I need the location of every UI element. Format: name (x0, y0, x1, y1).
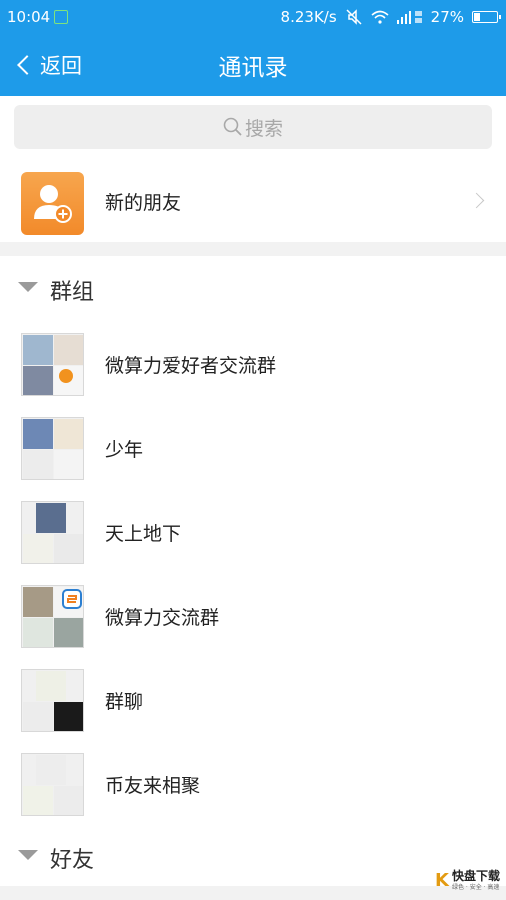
group-avatar (21, 333, 84, 396)
watermark-k-icon: K (435, 870, 449, 891)
group-row[interactable]: 群聊 (0, 669, 506, 753)
group-name: 少年 (105, 439, 144, 461)
group-name: 天上地下 (105, 523, 182, 545)
group-name: 微算力爱好者交流群 (105, 355, 277, 377)
group-row[interactable]: 币友来相聚 (0, 753, 506, 837)
group-avatar (21, 585, 84, 648)
group-row[interactable]: 少年 (0, 417, 506, 501)
search-input[interactable]: 搜索 (14, 105, 492, 149)
battery-percent: 27% (430, 8, 464, 26)
bottom-strip (0, 886, 506, 900)
groups-section-label: 群组 (50, 280, 95, 305)
wifi-icon (371, 10, 389, 24)
nav-bar: 返回 通讯录 (0, 34, 506, 96)
group-name: 币友来相聚 (105, 775, 201, 797)
watermark-subtext: 绿色 · 安全 · 高速 (451, 884, 500, 891)
friends-section-header[interactable]: 好友 (0, 828, 506, 884)
new-friends-row[interactable]: 新的朋友 (0, 162, 506, 242)
network-speed: 8.23K/s (280, 8, 337, 26)
watermark-logo: K 快盘下载 绿色 · 安全 · 高速 (435, 870, 500, 891)
add-friend-icon (21, 172, 84, 235)
group-avatar (21, 753, 84, 816)
group-row[interactable]: 微算力爱好者交流群 (0, 333, 506, 417)
status-right: 8.23K/s 27% (280, 8, 501, 26)
triangle-down-icon (18, 850, 38, 860)
group-avatar (21, 669, 84, 732)
signal-icon (396, 11, 422, 24)
group-name: 微算力交流群 (105, 607, 220, 629)
groups-section-header[interactable]: 群组 (0, 258, 506, 314)
group-row[interactable]: 天上地下 (0, 501, 506, 585)
triangle-down-icon (18, 282, 38, 292)
mute-icon (346, 9, 362, 25)
new-friends-label: 新的朋友 (105, 192, 182, 214)
watermark-text: 快盘下载 (451, 869, 500, 883)
battery-fill (474, 13, 480, 21)
section-divider (0, 242, 506, 256)
battery-icon (472, 11, 501, 23)
search-icon (223, 117, 242, 136)
group-avatar (21, 501, 84, 564)
page-title: 通讯录 (218, 55, 288, 81)
search-placeholder: 搜索 (244, 117, 283, 140)
search-area: 搜索 (0, 96, 506, 156)
friends-section-label: 好友 (50, 848, 95, 873)
app-icon (54, 10, 68, 24)
status-time: 10:04 (7, 8, 51, 26)
chevron-right-icon (468, 192, 485, 209)
status-bar: 10:04 8.23K/s 27% (0, 0, 506, 34)
group-row[interactable]: 微算力交流群 (0, 585, 506, 669)
group-avatar (21, 417, 84, 480)
group-name: 群聊 (105, 691, 144, 713)
